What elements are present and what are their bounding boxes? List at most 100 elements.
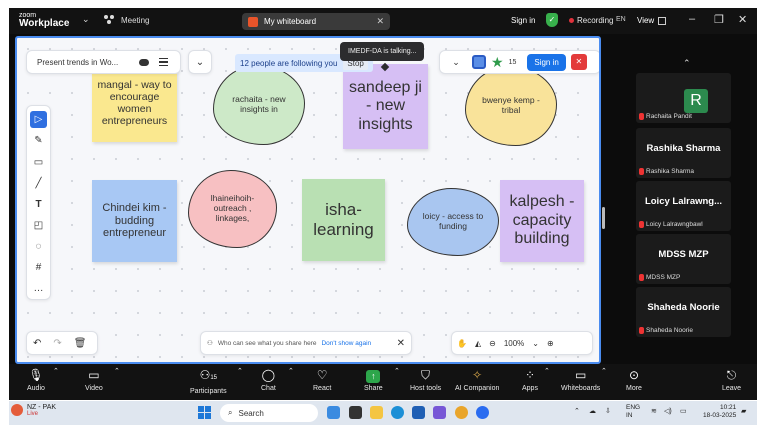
sticky-note[interactable]: isha- learning [302,179,385,261]
chevron-down-icon[interactable]: ⌄ [532,339,539,348]
comment-tool-icon[interactable]: ◌ [30,238,47,255]
avatar-icon[interactable] [472,55,486,69]
wifi-icon[interactable]: ≋ [651,407,657,415]
shield-icon[interactable]: ✓ [546,13,558,27]
menu-icon[interactable] [159,57,168,67]
minimap-icon[interactable]: ◭ [475,339,481,348]
meeting-tab[interactable]: Meeting [104,15,149,25]
volume-icon[interactable]: ◁) [664,407,672,415]
sticky-note[interactable]: sandeep ji - new insights [343,64,428,149]
participants-button[interactable]: ⚇15 Participants [190,367,227,395]
language-indicator[interactable]: EN [616,16,626,23]
chevron-down-icon[interactable]: ⌄ [445,57,467,68]
video-options-icon[interactable]: ⌃ [114,367,120,375]
weather-widget[interactable]: NZ - PAK Live [11,404,56,417]
window-close-icon[interactable]: ✕ [738,13,747,26]
brand-big: Workplace [19,18,70,29]
zoom-out-icon[interactable]: ⊖ [489,339,496,348]
windows-start-icon[interactable] [198,406,211,419]
sticky-note[interactable]: kalpesh - capacity building [500,180,584,262]
whiteboard-canvas[interactable]: mangal - way to encourage women entrepre… [15,36,601,364]
file-explorer-icon[interactable] [370,406,383,419]
redo-icon[interactable]: ↷ [53,338,61,349]
chevron-down-icon[interactable]: ⌄ [82,14,90,25]
tray-chevron-up-icon[interactable]: ⌃ [574,407,580,415]
outlook-icon[interactable] [412,406,425,419]
close-icon[interactable]: ✕ [376,16,384,27]
zoom-app-icon[interactable] [476,406,489,419]
audio-options-icon[interactable]: ⌃ [53,367,59,375]
minimize-icon[interactable]: – [689,13,695,25]
more-tools-icon[interactable]: … [30,280,47,297]
copilot-app-icon[interactable] [327,406,340,419]
participant-tile[interactable]: Loicy Lalrawng... Loicy Lalrawngbawl [636,181,731,231]
video-button[interactable]: ▭ Video [85,367,103,392]
taskbar-search[interactable]: ⌕ Search [220,404,318,422]
rectangle-tool-icon[interactable]: ▭ [30,154,47,171]
close-whiteboard-icon[interactable]: ✕ [570,54,587,70]
more-button[interactable]: ⊙ More [626,367,642,392]
react-button[interactable]: ♡ React [313,367,331,392]
apps-button[interactable]: ⁘ Apps [522,367,538,392]
host-tools-button[interactable]: ⛉ Host tools [410,367,441,392]
chevron-up-icon[interactable]: ⌃ [683,58,691,69]
collapse-chevron-icon[interactable]: ⌄ [188,50,212,74]
cloud-shape[interactable]: rachaita - new insights in [213,65,305,145]
star-icon[interactable]: ★ [491,55,504,69]
notification-icon[interactable]: ▰ [741,407,746,415]
zoom-level[interactable]: 100% [504,339,524,348]
apps-options-icon[interactable]: ⌃ [544,367,550,375]
hand-tool-icon[interactable]: ✋ [457,339,467,348]
recording-indicator[interactable]: Recording [569,16,613,25]
text-tool-icon[interactable]: T [30,196,47,213]
cloud-shape[interactable]: loicy - access to funding [407,188,499,256]
trash-icon[interactable]: 🗑 [74,338,87,349]
pen-tool-icon[interactable]: ✎ [30,132,47,149]
dont-show-again-link[interactable]: Don't show again [321,340,371,347]
clock[interactable]: 10:21 18-03-2025 [703,404,736,420]
select-tool-icon[interactable]: ▷ [30,111,47,128]
participant-tile[interactable]: Rashika Sharma Rashika Sharma [636,128,731,178]
zoom-in-icon[interactable]: ⊕ [547,339,554,348]
participants-options-icon[interactable]: ⌃ [237,367,243,375]
sticky-note[interactable]: Chindei kim - budding entrepreneur [92,180,177,262]
cloud-save-icon[interactable] [139,58,149,66]
leave-button[interactable]: ⎋ Leave [722,367,741,392]
undo-icon[interactable]: ↶ [33,338,41,349]
language-indicator[interactable]: ENG IN [626,404,640,420]
line-tool-icon[interactable]: ╱ [30,175,47,192]
close-icon[interactable]: ✕ [397,338,405,349]
whiteboard-title-bar[interactable]: Present trends in Wo... [26,50,181,74]
signin-link[interactable]: Sign in [511,16,535,25]
chat-options-icon[interactable]: ⌃ [288,367,294,375]
cloud-shape[interactable]: lhaineihoih- outreach , linkages, [188,170,277,248]
sticky-note[interactable]: mangal - way to encourage women entrepre… [92,64,177,142]
task-view-icon[interactable] [349,406,362,419]
cloud-shape[interactable]: bwenye kemp - tribal [465,66,557,146]
whiteboard-title[interactable]: Present trends in Wo... [37,58,129,67]
chrome-icon[interactable] [455,406,468,419]
view-button[interactable]: View [637,16,667,25]
chat-button[interactable]: ◯ Chat [261,367,276,392]
sticky-note-tool-icon[interactable]: ◰ [30,217,47,234]
panel-resize-handle[interactable] [602,207,605,229]
download-icon[interactable]: ⇩ [605,407,611,415]
maximize-icon[interactable]: ❐ [714,13,724,26]
whiteboard-signin-button[interactable]: Sign in [527,53,566,71]
participant-tile[interactable]: MDSS MZP MDSS MZP [636,234,731,284]
whiteboard-tab[interactable]: My whiteboard ✕ [242,13,390,30]
share-hint-text[interactable]: Who can see what you share here [218,340,317,347]
audio-button[interactable]: 🎙 Audio [27,367,45,392]
onedrive-icon[interactable]: ☁ [589,407,596,415]
ai-companion-button[interactable]: ✧ AI Companion [455,367,499,392]
store-icon[interactable] [433,406,446,419]
share-options-icon[interactable]: ⌃ [394,367,400,375]
whiteboards-options-icon[interactable]: ⌃ [601,367,607,375]
edge-browser-icon[interactable] [391,406,404,419]
share-button[interactable]: ↑ Share [364,367,383,392]
participant-tile[interactable]: Shaheda Noorie Shaheda Noorie [636,287,731,337]
battery-icon[interactable]: ▭ [680,407,687,415]
whiteboards-button[interactable]: ▭ Whiteboards [561,367,600,392]
frame-tool-icon[interactable]: # [30,259,47,276]
participant-tile[interactable]: R Rachaita Pandit [636,73,731,123]
